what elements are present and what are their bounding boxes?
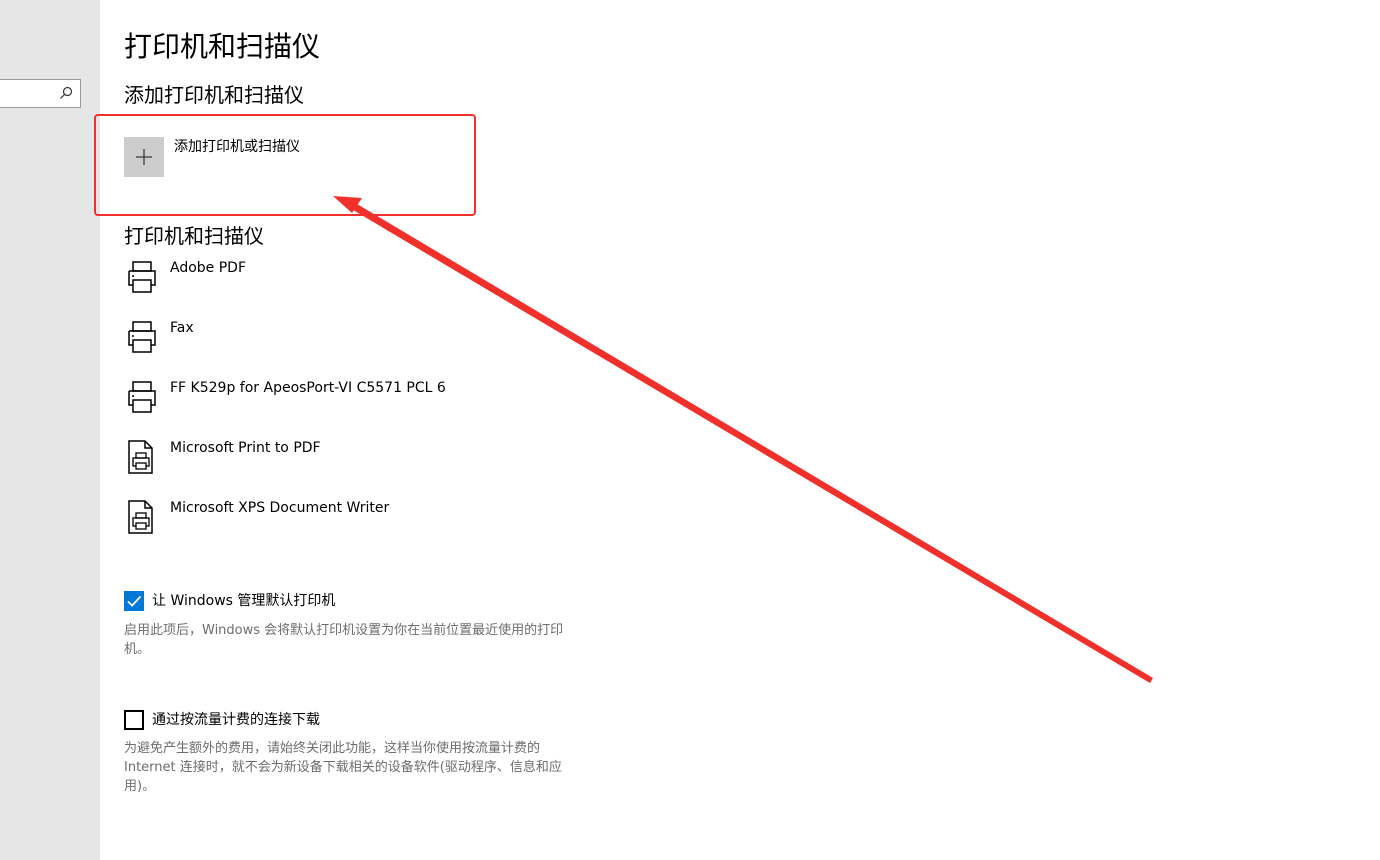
manage-default-checkbox[interactable] <box>124 591 144 611</box>
document-printer-icon <box>128 500 153 534</box>
printer-icon <box>128 321 156 353</box>
device-name: Microsoft XPS Document Writer <box>170 500 390 516</box>
checkmark-icon <box>127 595 142 607</box>
sidebar <box>0 0 100 860</box>
search-icon[interactable] <box>58 85 74 101</box>
manage-default-label[interactable]: 让 Windows 管理默认打印机 <box>152 590 335 612</box>
metered-download-description: 为避免产生额外的费用，请始终关闭此功能，这样当你使用按流量计费的 Interne… <box>124 741 562 794</box>
document-printer-icon <box>128 440 153 474</box>
manage-default-description: 启用此项后，Windows 会将默认打印机设置为你在当前位置最近使用的打印机。 <box>124 623 564 657</box>
printer-icon <box>128 261 156 293</box>
device-name: Adobe PDF <box>170 260 247 276</box>
plus-icon <box>136 149 152 165</box>
device-name: Microsoft Print to PDF <box>170 440 321 456</box>
search-input[interactable] <box>0 79 81 108</box>
device-item-microsoft-xps-writer[interactable]: Microsoft XPS Document Writer <box>124 498 524 546</box>
metered-download-checkbox[interactable] <box>124 710 144 730</box>
metered-download-label[interactable]: 通过按流量计费的连接下载 <box>152 709 320 731</box>
main-content: 打印机和扫描仪 添加打印机和扫描仪 添加打印机或扫描仪 打印机和扫描仪 Adob… <box>94 0 1380 860</box>
device-name: FF K529p for ApeosPort-VI C5571 PCL 6 <box>170 380 446 396</box>
devices-section-heading: 打印机和扫描仪 <box>124 224 264 248</box>
device-item-microsoft-print-to-pdf[interactable]: Microsoft Print to PDF <box>124 438 524 486</box>
device-name: Fax <box>170 320 194 336</box>
printer-icon <box>128 381 156 413</box>
device-item-adobe-pdf[interactable]: Adobe PDF <box>124 258 524 306</box>
page-title: 打印机和扫描仪 <box>124 30 321 63</box>
device-item-ff-k529p[interactable]: FF K529p for ApeosPort-VI C5571 PCL 6 <box>124 378 524 426</box>
device-item-fax[interactable]: Fax <box>124 318 524 366</box>
add-tile[interactable] <box>124 137 164 177</box>
add-printer-label[interactable]: 添加打印机或扫描仪 <box>174 137 300 157</box>
add-section-heading: 添加打印机和扫描仪 <box>124 83 304 107</box>
